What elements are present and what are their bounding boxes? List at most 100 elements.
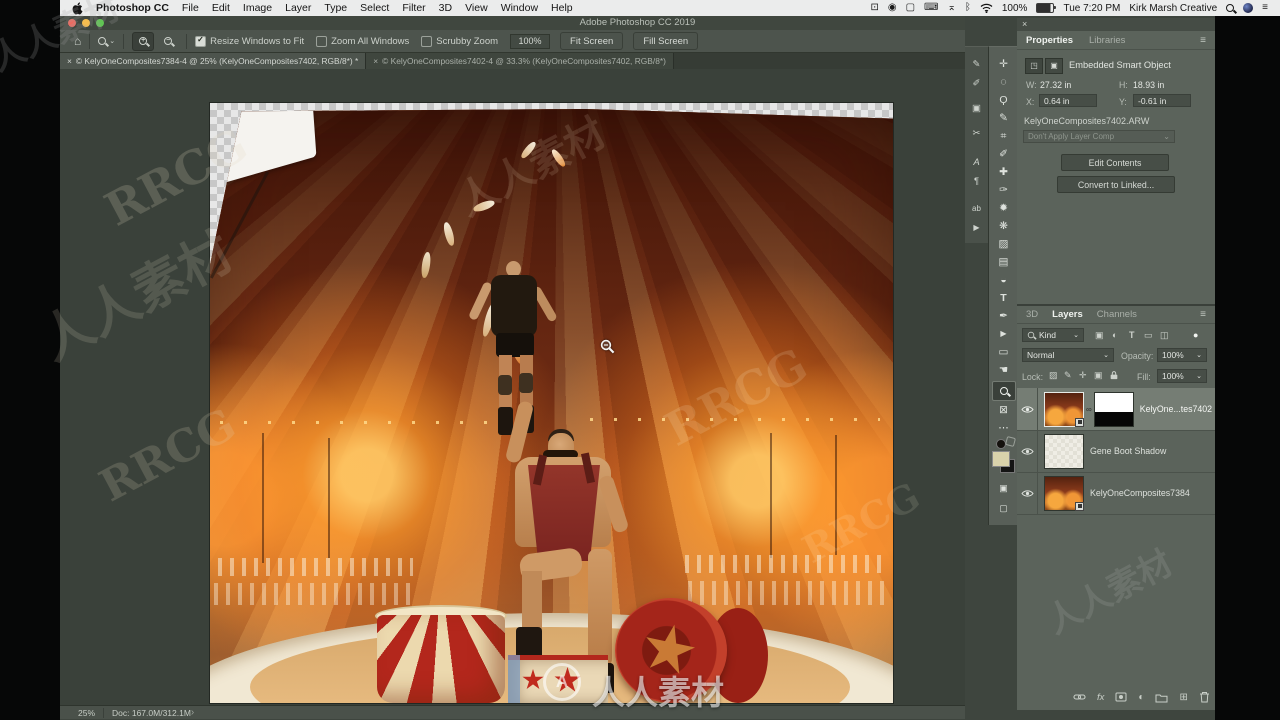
shortcuts-icon[interactable]: ⊡ — [870, 0, 878, 16]
notification-center-icon[interactable]: ≡ — [1262, 0, 1268, 16]
minimize-window-button[interactable] — [82, 19, 90, 27]
menu-type[interactable]: Type — [324, 2, 347, 14]
brushes-panel-icon[interactable]: ✐ — [965, 74, 988, 93]
sync-icon[interactable]: ◉ — [888, 0, 897, 16]
wifi-icon[interactable] — [980, 3, 993, 13]
layer-name[interactable]: KelyOneComposites7384 — [1090, 488, 1190, 498]
lock-position-icon[interactable]: ✛ — [1079, 370, 1087, 381]
frame-tool[interactable]: ⊠ — [989, 401, 1018, 419]
zoom-in-button[interactable]: + — [132, 31, 155, 51]
visibility-toggle[interactable] — [1017, 430, 1038, 472]
keyboard-icon[interactable]: ⌨ — [924, 0, 938, 16]
blend-mode-select[interactable]: Normal ⌄ — [1022, 348, 1114, 362]
zoom-tool-preset[interactable]: ⌄ — [98, 37, 115, 45]
tab-channels[interactable]: Channels — [1097, 309, 1137, 320]
canvas-area[interactable] — [60, 69, 965, 705]
tab-properties[interactable]: Properties — [1026, 35, 1073, 46]
delete-layer-icon[interactable] — [1199, 691, 1210, 703]
shape-tool[interactable]: ▭ — [989, 343, 1018, 361]
display-icon[interactable]: ▢ — [906, 0, 915, 16]
filter-smart-objects-icon[interactable]: ◫ — [1160, 330, 1169, 341]
gradient-tool[interactable]: ▤ — [989, 253, 1018, 271]
apple-menu[interactable] — [72, 1, 83, 15]
visibility-toggle[interactable] — [1017, 472, 1038, 514]
menu-app-name[interactable]: Photoshop CC — [96, 2, 169, 14]
filter-shape-layers-icon[interactable]: ▭ — [1144, 330, 1153, 341]
fill-screen-button[interactable]: Fill Screen — [633, 32, 699, 50]
layer-name[interactable]: Gene Boot Shadow — [1090, 446, 1166, 456]
paragraph-panel-icon[interactable]: ¶ — [965, 172, 988, 191]
y-input[interactable]: -0.61 in — [1133, 94, 1191, 107]
edit-contents-button[interactable]: Edit Contents — [1061, 154, 1169, 171]
close-panel-icon[interactable]: × — [1022, 19, 1027, 29]
move-tool[interactable]: ✛ — [989, 55, 1018, 73]
filter-toggle[interactable]: ● — [1193, 330, 1198, 340]
brush-settings-panel-icon[interactable]: ✎ — [965, 55, 988, 74]
tab-libraries[interactable]: Libraries — [1089, 35, 1125, 46]
menu-filter[interactable]: Filter — [402, 2, 425, 14]
clone-source-panel-icon[interactable]: ▣ — [965, 99, 988, 118]
zoom-percentage-input[interactable]: 100% — [510, 33, 551, 49]
actions-panel-icon[interactable]: ▶ — [965, 218, 988, 237]
menu-image[interactable]: Image — [243, 2, 272, 14]
filter-type-layers-icon[interactable]: T — [1129, 330, 1135, 340]
tab-layers[interactable]: Layers — [1052, 309, 1083, 320]
layer-style-icon[interactable]: fx — [1097, 692, 1104, 703]
character-panel-icon[interactable]: A — [965, 153, 988, 172]
crop-tool[interactable]: ⌗ — [989, 127, 1018, 145]
siri-icon[interactable] — [1243, 3, 1254, 13]
layer-thumbnail[interactable] — [1044, 475, 1084, 511]
layer-comp-select[interactable]: Don't Apply Layer Comp ⌄ — [1023, 130, 1175, 143]
path-selection-tool[interactable]: ▶ — [989, 325, 1018, 343]
menu-layer[interactable]: Layer — [285, 2, 311, 14]
scrubby-zoom-checkbox[interactable]: Scrubby Zoom — [421, 35, 498, 47]
hand-tool[interactable]: ☚ — [989, 361, 1018, 379]
airplay-icon[interactable]: ⌅ — [947, 0, 955, 16]
zoom-window-button[interactable] — [96, 19, 104, 27]
document-canvas[interactable] — [210, 103, 893, 703]
eraser-tool[interactable]: ▨ — [989, 235, 1018, 253]
zoom-all-windows-checkbox[interactable]: Zoom All Windows — [316, 35, 409, 47]
panel-menu-icon[interactable]: ≡ — [1200, 35, 1206, 46]
quick-selection-tool[interactable]: ✎ — [989, 109, 1018, 127]
document-tab-inactive[interactable]: × © KelyOneComposites7402-4 @ 33.3% (Kel… — [366, 53, 674, 69]
screen-mode-button[interactable]: ▢ — [989, 499, 1018, 517]
menu-view[interactable]: View — [465, 2, 488, 14]
glyphs-panel-icon[interactable]: ab — [965, 199, 988, 218]
panel-menu-icon[interactable]: ≡ — [1200, 309, 1206, 320]
pen-tool[interactable]: ✒ — [989, 307, 1018, 325]
layer-name[interactable]: KelyOne...tes7402 — [1140, 404, 1212, 414]
marquee-tool[interactable]: ◌ — [989, 73, 1018, 91]
lasso-tool[interactable]: Ϙ — [989, 91, 1018, 109]
lock-all-icon[interactable] — [1109, 370, 1119, 380]
filter-adjustment-layers-icon[interactable]: ◐ — [1112, 330, 1117, 340]
new-group-icon[interactable] — [1155, 692, 1168, 703]
lock-transparent-icon[interactable]: ▨ — [1049, 370, 1058, 381]
bluetooth-icon[interactable]: ᛒ — [965, 0, 971, 16]
mask-link-icon[interactable]: ∞ — [1086, 405, 1092, 414]
tab-3d[interactable]: 3D — [1026, 309, 1038, 320]
convert-to-linked-button[interactable]: Convert to Linked... — [1057, 176, 1175, 193]
menu-select[interactable]: Select — [360, 2, 389, 14]
layer-row[interactable]: Gene Boot Shadow — [1017, 430, 1215, 473]
filter-pixel-layers-icon[interactable]: ▣ — [1095, 330, 1104, 341]
lock-paint-icon[interactable]: ✎ — [1064, 370, 1072, 381]
menu-window[interactable]: Window — [501, 2, 538, 14]
eyedropper-tool[interactable]: ✐ — [989, 145, 1018, 163]
brush-tool[interactable]: ✑ — [989, 181, 1018, 199]
history-brush-tool[interactable]: ❋ — [989, 217, 1018, 235]
status-chevron-icon[interactable]: › — [191, 707, 194, 718]
layer-thumbnail[interactable] — [1044, 433, 1084, 469]
zoom-out-button[interactable]: − — [158, 33, 178, 50]
menubar-clock[interactable]: Tue 7:20 PM — [1063, 3, 1120, 14]
menu-edit[interactable]: Edit — [212, 2, 230, 14]
close-tab-icon[interactable]: × — [373, 56, 378, 66]
quick-mask-button[interactable]: ▣ — [989, 479, 1018, 497]
healing-brush-tool[interactable]: ✚ — [989, 163, 1018, 181]
blur-tool[interactable]: ◒ — [989, 271, 1018, 289]
layer-row-selected[interactable]: ∞ KelyOne...tes7402 — [1017, 388, 1215, 431]
swap-colors-icon[interactable] — [1004, 435, 1017, 448]
zoom-tool-selected[interactable] — [992, 381, 1016, 401]
filter-kind-select[interactable]: Kind ⌄ — [1022, 328, 1084, 342]
layer-row[interactable]: KelyOneComposites7384 — [1017, 472, 1215, 515]
